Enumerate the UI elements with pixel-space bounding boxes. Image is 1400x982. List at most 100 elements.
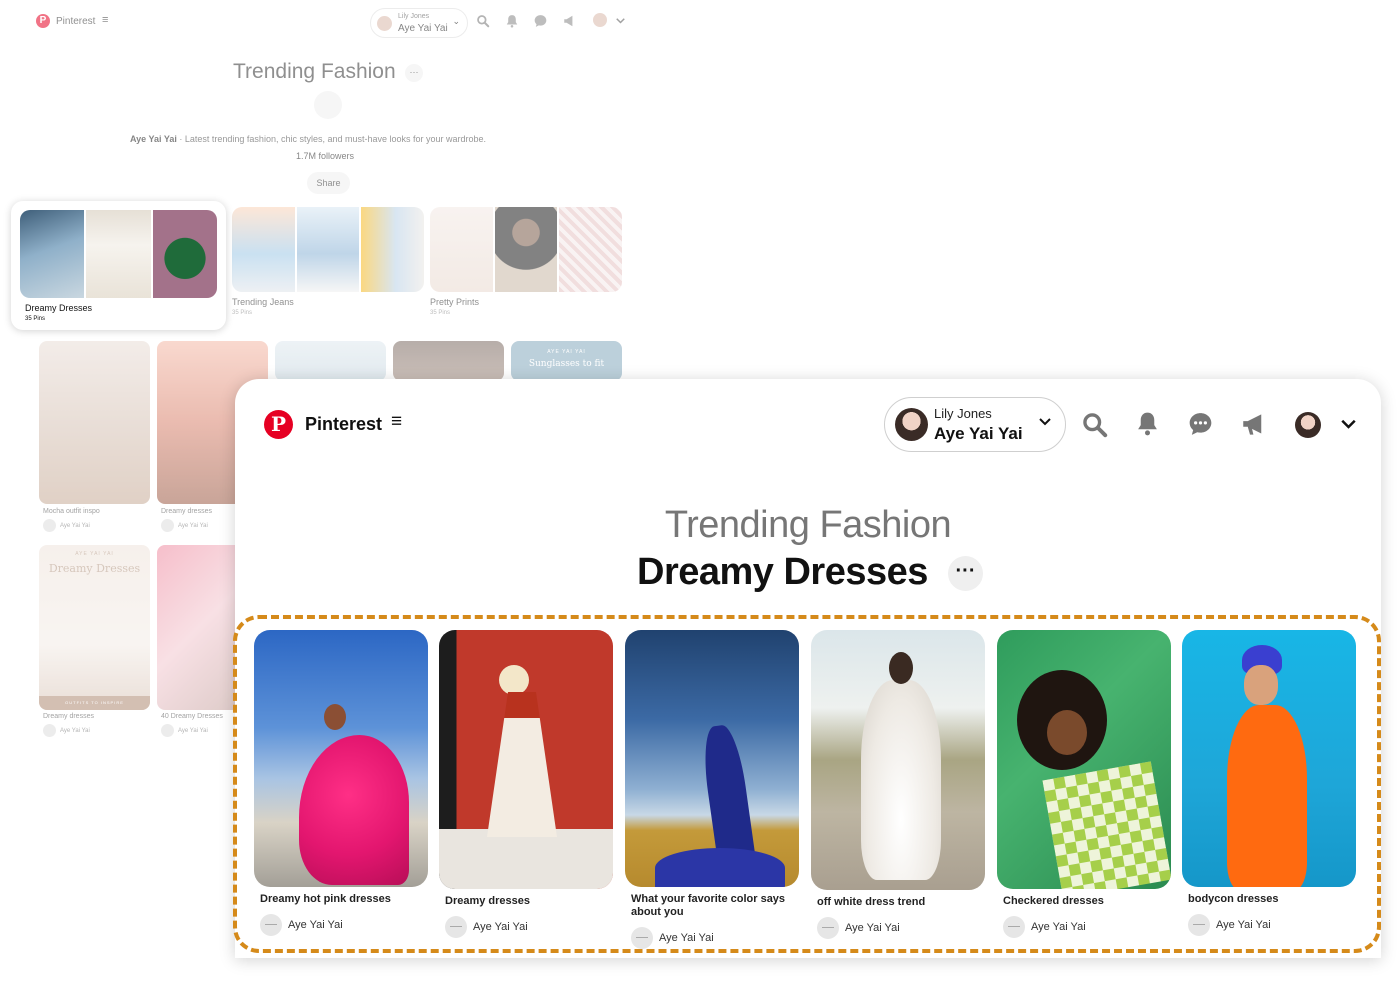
pin-user[interactable]: Aye Yai Yai bbox=[161, 724, 208, 737]
pin-title: bodycon dresses bbox=[1188, 893, 1279, 905]
bg-description-text: · Latest trending fashion, chic styles, … bbox=[176, 134, 487, 144]
stage: P Pinterest ≡ Lily Jones Aye Yai Yai ⌄ T… bbox=[0, 0, 1400, 982]
menu-icon[interactable]: ≡ bbox=[391, 412, 402, 432]
board-title: Trending Jeans bbox=[232, 297, 294, 307]
pin-image[interactable] bbox=[275, 341, 386, 381]
pin-user[interactable]: Aye Yai Yai bbox=[43, 724, 90, 737]
board-dreamy-dresses[interactable]: Dreamy Dresses 35 Pins bbox=[11, 201, 226, 330]
menu-icon[interactable]: ≡ bbox=[102, 14, 108, 26]
pin-image bbox=[254, 630, 428, 887]
avatar bbox=[895, 408, 928, 441]
pin-title: What your favorite color says about you bbox=[631, 893, 786, 918]
pin-image[interactable]: AYE YAI YAI Dreamy Dresses OUTFITS TO IN… bbox=[39, 545, 150, 710]
pin-title: Checkered dresses bbox=[1003, 895, 1104, 907]
pin-card[interactable]: Dreamy dresses Aye Yai Yai bbox=[439, 630, 613, 938]
pin-user-name: Aye Yai Yai bbox=[178, 728, 208, 735]
pin-user-name: Aye Yai Yai bbox=[288, 918, 343, 931]
pin-user-name: Aye Yai Yai bbox=[60, 728, 90, 735]
pin-title: off white dress trend bbox=[817, 896, 926, 908]
pin-user[interactable]: Aye Yai Yai bbox=[811, 917, 985, 939]
more-icon[interactable]: ··· bbox=[948, 556, 983, 591]
board-cover bbox=[20, 210, 217, 298]
board-trending-jeans[interactable]: Trending Jeans 35 Pins bbox=[232, 207, 424, 316]
more-icon[interactable]: ··· bbox=[405, 64, 423, 82]
pin-image[interactable] bbox=[393, 341, 504, 381]
pin-title: Dreamy dresses bbox=[445, 895, 531, 907]
pin-overlay-title: Sunglasses to fit bbox=[528, 359, 605, 369]
search-icon[interactable] bbox=[476, 14, 490, 28]
bg-brand[interactable]: Pinterest bbox=[56, 16, 95, 27]
bell-icon[interactable] bbox=[505, 14, 519, 28]
pin-card[interactable]: bodycon dresses Aye Yai Yai bbox=[1182, 630, 1356, 936]
pin-title: 40 Dreamy Dresses bbox=[161, 713, 223, 720]
pin-user[interactable]: Aye Yai Yai bbox=[625, 927, 799, 949]
pin-image[interactable]: AYE YAI YAI Sunglasses to fit bbox=[511, 341, 622, 381]
megaphone-icon[interactable] bbox=[562, 14, 577, 28]
pin-card[interactable]: What your favorite color says about you … bbox=[625, 630, 799, 949]
pin-card[interactable]: Checkered dresses Aye Yai Yai bbox=[997, 630, 1171, 938]
pin-overlay-label: AYE YAI YAI bbox=[547, 349, 586, 355]
bg-description: Aye Yai Yai · Latest trending fashion, c… bbox=[130, 134, 486, 144]
chevron-down-icon bbox=[1039, 418, 1051, 426]
board-pin-count: 35 Pins bbox=[430, 310, 451, 316]
pin-image bbox=[1182, 630, 1356, 887]
pin-user[interactable]: Aye Yai Yai bbox=[439, 916, 613, 938]
bg-board-group-title: Trending Fashion bbox=[233, 60, 396, 83]
bg-account-switcher[interactable]: Lily Jones Aye Yai Yai ⌄ bbox=[370, 8, 468, 38]
pin-image bbox=[439, 630, 613, 889]
pin-card[interactable]: off white dress trend Aye Yai Yai bbox=[811, 630, 985, 939]
pinterest-logo-icon[interactable]: P bbox=[36, 14, 50, 28]
avatar bbox=[817, 917, 839, 939]
pin-overlay-title: Dreamy Dresses bbox=[48, 562, 141, 575]
search-icon[interactable] bbox=[1081, 411, 1108, 438]
pin-card[interactable]: Dreamy hot pink dresses Aye Yai Yai bbox=[254, 630, 428, 936]
pin-title: Mocha outfit inspo bbox=[43, 508, 100, 515]
pin-user[interactable]: Aye Yai Yai bbox=[1182, 914, 1356, 936]
pin-image[interactable] bbox=[39, 341, 150, 504]
pin-overlay-label: AYE YAI YAI bbox=[75, 551, 114, 557]
pin-user[interactable]: Aye Yai Yai bbox=[161, 519, 208, 532]
account-switch-label: Lily Jones bbox=[934, 406, 992, 421]
avatar bbox=[631, 927, 653, 949]
megaphone-icon[interactable] bbox=[1240, 411, 1269, 438]
pin-title: Dreamy dresses bbox=[161, 508, 212, 515]
chevron-down-icon[interactable] bbox=[616, 17, 625, 25]
chevron-down-icon[interactable] bbox=[1341, 419, 1356, 430]
brand-name[interactable]: Pinterest bbox=[305, 414, 382, 435]
bg-account-label: Lily Jones bbox=[398, 13, 430, 20]
board-pretty-prints[interactable]: Pretty Prints 35 Pins bbox=[430, 207, 622, 316]
pin-image bbox=[997, 630, 1171, 889]
avatar[interactable] bbox=[1295, 412, 1321, 438]
pin-user[interactable]: Aye Yai Yai bbox=[254, 914, 428, 936]
pin-user[interactable]: Aye Yai Yai bbox=[43, 519, 90, 532]
board-title: Dreamy Dresses bbox=[25, 303, 93, 313]
chevron-down-icon: ⌄ bbox=[452, 16, 460, 26]
bg-header: P Pinterest ≡ Lily Jones Aye Yai Yai ⌄ bbox=[36, 8, 636, 38]
bg-followers[interactable]: 1.7M followers bbox=[296, 151, 354, 161]
pin-user[interactable]: Aye Yai Yai bbox=[997, 916, 1171, 938]
pin-overlay-footer: OUTFITS TO INSPIRE bbox=[39, 696, 150, 710]
board-group-title[interactable]: Trending Fashion bbox=[235, 504, 1381, 547]
avatar bbox=[1003, 916, 1025, 938]
avatar bbox=[377, 16, 392, 31]
pin-user-name: Aye Yai Yai bbox=[473, 920, 528, 933]
chat-icon[interactable] bbox=[533, 14, 548, 28]
pin-user-name: Aye Yai Yai bbox=[178, 523, 208, 530]
share-button[interactable]: Share bbox=[307, 172, 350, 194]
board-pin-count: 35 Pins bbox=[25, 316, 46, 322]
pin-user-name: Aye Yai Yai bbox=[60, 523, 90, 530]
profile-badge[interactable] bbox=[314, 91, 342, 119]
pin-user-name: Aye Yai Yai bbox=[845, 921, 900, 934]
bg-profile-name[interactable]: Aye Yai Yai bbox=[130, 134, 177, 144]
board-pin-count: 35 Pins bbox=[232, 310, 253, 316]
pin-user-name: Aye Yai Yai bbox=[1216, 918, 1271, 931]
bell-icon[interactable] bbox=[1135, 410, 1160, 437]
account-name: Aye Yai Yai bbox=[934, 424, 1023, 443]
pin-image bbox=[625, 630, 799, 887]
pin-user-name: Aye Yai Yai bbox=[1031, 920, 1086, 933]
pinterest-logo-icon[interactable]: P bbox=[264, 410, 293, 439]
pin-image bbox=[811, 630, 985, 890]
account-switcher[interactable]: Lily Jones Aye Yai Yai bbox=[884, 397, 1066, 452]
chat-icon[interactable] bbox=[1187, 411, 1214, 437]
avatar[interactable] bbox=[593, 13, 607, 27]
